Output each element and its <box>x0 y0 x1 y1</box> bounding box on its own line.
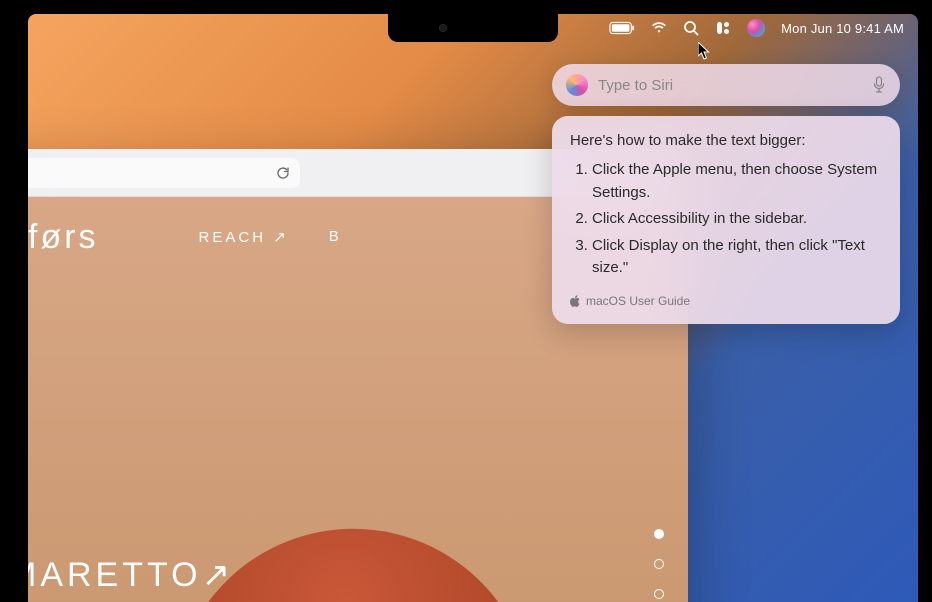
siri-orb-icon <box>566 74 588 96</box>
carousel-dot-3[interactable] <box>654 589 664 599</box>
url-bar[interactable]: forsstudio.com <box>28 158 300 188</box>
wifi-icon[interactable] <box>651 14 667 42</box>
display-notch <box>388 14 558 42</box>
siri-response-card: Here's how to make the text bigger: Clic… <box>552 116 900 324</box>
carousel-dots <box>654 529 664 602</box>
menu-bar-datetime[interactable]: Mon Jun 10 9:41 AM <box>781 21 904 36</box>
response-source-label: macOS User Guide <box>586 294 690 308</box>
site-logo[interactable]: førs <box>28 218 99 257</box>
control-center-icon[interactable] <box>715 14 731 42</box>
reload-icon[interactable] <box>276 166 290 180</box>
siri-input-bar[interactable] <box>552 64 900 106</box>
product-title[interactable]: MARETTO↗ <box>28 555 234 595</box>
camera-dot <box>439 24 447 32</box>
nav-item-b[interactable]: B <box>329 228 342 246</box>
microphone-icon[interactable] <box>872 76 886 94</box>
carousel-dot-1[interactable] <box>654 529 664 539</box>
response-step-1: Click the Apple menu, then choose System… <box>592 159 882 204</box>
spotlight-icon[interactable] <box>683 14 699 42</box>
battery-icon[interactable] <box>609 14 635 42</box>
nav-reach[interactable]: REACH ↗ <box>199 228 289 246</box>
siri-menubar-icon[interactable] <box>747 14 765 42</box>
response-step-3: Click Display on the right, then click "… <box>592 235 882 280</box>
response-heading: Here's how to make the text bigger: <box>570 132 882 149</box>
siri-text-field[interactable] <box>598 77 862 94</box>
carousel-dot-2[interactable] <box>654 559 664 569</box>
site-nav: REACH ↗ B <box>199 228 342 246</box>
apple-logo-icon <box>570 295 580 307</box>
response-step-2: Click Accessibility in the sidebar. <box>592 208 882 231</box>
response-source[interactable]: macOS User Guide <box>570 294 882 308</box>
response-steps-list: Click the Apple menu, then choose System… <box>570 159 882 280</box>
cursor-arrow-icon <box>698 42 712 65</box>
desktop-screen: Mon Jun 10 9:41 AM forsstudio.com førs R… <box>28 14 918 602</box>
device-frame: Mon Jun 10 9:41 AM forsstudio.com førs R… <box>14 0 932 602</box>
product-hero: MARETTO↗ afe & Cup Set <box>28 555 234 602</box>
